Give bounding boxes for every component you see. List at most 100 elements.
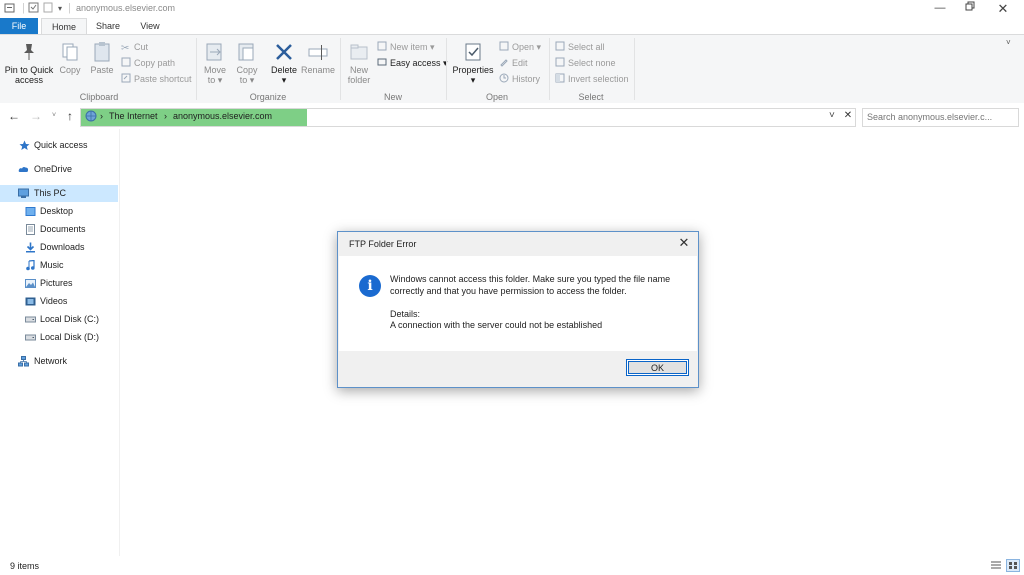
easy-access-label: Easy access — [390, 58, 441, 68]
copy-path-icon — [121, 57, 131, 67]
copy-button[interactable]: Copy — [58, 41, 82, 75]
ok-button[interactable]: OK — [626, 359, 689, 376]
nav-this-pc[interactable]: This PC — [0, 185, 118, 202]
delete-x-icon — [276, 44, 292, 60]
tab-file[interactable]: File — [0, 18, 38, 34]
separator: | — [22, 2, 25, 14]
tab-share[interactable]: Share — [90, 18, 126, 34]
separator: | — [68, 2, 71, 14]
restore-button[interactable] — [955, 0, 985, 18]
properties-icon — [465, 43, 481, 61]
open-label: Open — [512, 42, 535, 52]
pin-to-quick-access-button[interactable]: Pin to Quick access — [4, 41, 54, 85]
search-input[interactable] — [863, 109, 1019, 124]
desktop-icon — [25, 207, 36, 216]
paste-shortcut-icon — [121, 73, 131, 83]
nav-desktop[interactable]: Desktop — [0, 203, 118, 220]
new-item-icon — [377, 41, 387, 51]
breadcrumb-host[interactable]: anonymous.elsevier.com — [173, 111, 272, 121]
minimize-button[interactable]: — — [925, 0, 955, 18]
copy-icon — [62, 43, 78, 61]
move-to-button[interactable]: Move to ▾ — [202, 41, 228, 85]
details-view-icon[interactable] — [990, 560, 1002, 573]
nav-pictures[interactable]: Pictures — [0, 275, 118, 292]
nav-label: Videos — [40, 296, 68, 306]
star-icon — [19, 140, 30, 150]
pin-label-2: access — [14, 75, 43, 85]
select-all-icon — [555, 41, 565, 51]
title-bar: | ▾ | anonymous.elsevier.com — ✕ — [0, 0, 1024, 18]
rename-label: Rename — [301, 65, 336, 75]
select-none-button[interactable]: Select none — [555, 56, 616, 70]
breadcrumb-chevron-icon[interactable]: › — [100, 111, 103, 121]
nav-label: Network — [34, 356, 68, 366]
nav-downloads[interactable]: Downloads — [0, 239, 118, 256]
properties-label: Properties — [452, 65, 494, 75]
move-to-label: Move — [203, 65, 226, 75]
nav-music[interactable]: Music — [0, 257, 118, 274]
stop-x-icon[interactable]: ✕ — [840, 108, 856, 124]
select-all-button[interactable]: Select all — [555, 40, 605, 54]
nav-videos[interactable]: Videos — [0, 293, 118, 310]
history-button[interactable]: History — [499, 72, 540, 86]
breadcrumb-the-internet[interactable]: The Internet — [109, 111, 158, 121]
up-button[interactable]: ↑ — [62, 108, 78, 124]
customize-qa-icon[interactable]: ▾ — [58, 4, 62, 13]
navigation-bar: ← → ˅ ↑ › The Internet › anonymous.elsev… — [0, 103, 1024, 129]
breadcrumb-chevron-icon[interactable]: › — [164, 111, 167, 121]
tab-home[interactable]: Home — [41, 18, 87, 35]
rename-button[interactable]: Rename — [301, 41, 335, 75]
edit-button[interactable]: Edit — [499, 56, 528, 70]
group-label-select: Select — [578, 92, 604, 102]
search-box[interactable] — [862, 108, 1019, 127]
recent-locations-chevron-icon[interactable]: ˅ — [46, 108, 62, 124]
properties-button[interactable]: Properties ▾ — [452, 41, 494, 85]
cut-button[interactable]: ✂ Cut — [121, 40, 148, 54]
ribbon-collapse-chevron-icon[interactable]: ˅ — [1006, 38, 1011, 47]
close-window-button[interactable]: ✕ — [988, 0, 1018, 18]
invert-selection-button[interactable]: Invert selection — [555, 72, 629, 86]
paste-shortcut-button[interactable]: Paste shortcut — [121, 72, 192, 86]
select-none-label: Select none — [568, 58, 616, 68]
nav-onedrive[interactable]: OneDrive — [0, 161, 118, 178]
copy-to-button[interactable]: Copy to ▾ — [234, 41, 260, 85]
copy-path-label: Copy path — [134, 58, 176, 68]
delete-button[interactable]: Delete ▾ — [268, 41, 300, 85]
info-icon: i — [359, 275, 381, 297]
folder-icon[interactable] — [4, 2, 16, 17]
new-folder-qa-icon[interactable] — [43, 2, 54, 16]
forward-button[interactable]: → — [28, 108, 44, 124]
address-dropdown-chevron-icon[interactable]: ˅ — [829, 110, 835, 121]
new-item-label: New item — [390, 42, 428, 52]
nav-documents[interactable]: Documents — [0, 221, 118, 238]
paste-button[interactable]: Paste — [89, 41, 115, 75]
properties-qa-icon[interactable] — [28, 2, 39, 16]
group-divider — [196, 38, 197, 100]
dialog-close-button[interactable]: ✕ — [676, 235, 692, 251]
rename-icon — [308, 45, 328, 60]
history-label: History — [512, 74, 541, 84]
new-folder-button[interactable]: New folder — [344, 41, 374, 85]
open-button[interactable]: Open ▾ — [499, 40, 541, 54]
computer-icon — [18, 188, 29, 198]
group-divider — [549, 38, 550, 100]
nav-quick-access[interactable]: Quick access — [0, 137, 118, 154]
address-bar[interactable]: › The Internet › anonymous.elsevier.com … — [80, 108, 856, 127]
internet-globe-icon — [85, 110, 97, 124]
nav-local-disk-c[interactable]: Local Disk (C:) — [0, 311, 118, 328]
easy-access-button[interactable]: Easy access ▾ — [377, 56, 448, 70]
large-icons-view-icon[interactable] — [1006, 559, 1020, 572]
paste-label: Paste — [90, 65, 114, 75]
new-folder-icon — [350, 44, 368, 60]
copy-path-button[interactable]: Copy path — [121, 56, 175, 70]
select-none-icon — [555, 57, 565, 67]
edit-icon — [500, 59, 508, 67]
nav-network[interactable]: Network — [0, 353, 118, 370]
ftp-error-dialog: FTP Folder Error ✕ i Windows cannot acce… — [337, 231, 699, 388]
delete-label: Delete — [270, 65, 297, 75]
back-button[interactable]: ← — [6, 108, 22, 124]
new-item-button[interactable]: New item ▾ — [377, 40, 435, 54]
move-to-icon — [206, 43, 222, 61]
nav-local-disk-d[interactable]: Local Disk (D:) — [0, 329, 118, 346]
tab-view[interactable]: View — [132, 18, 168, 34]
